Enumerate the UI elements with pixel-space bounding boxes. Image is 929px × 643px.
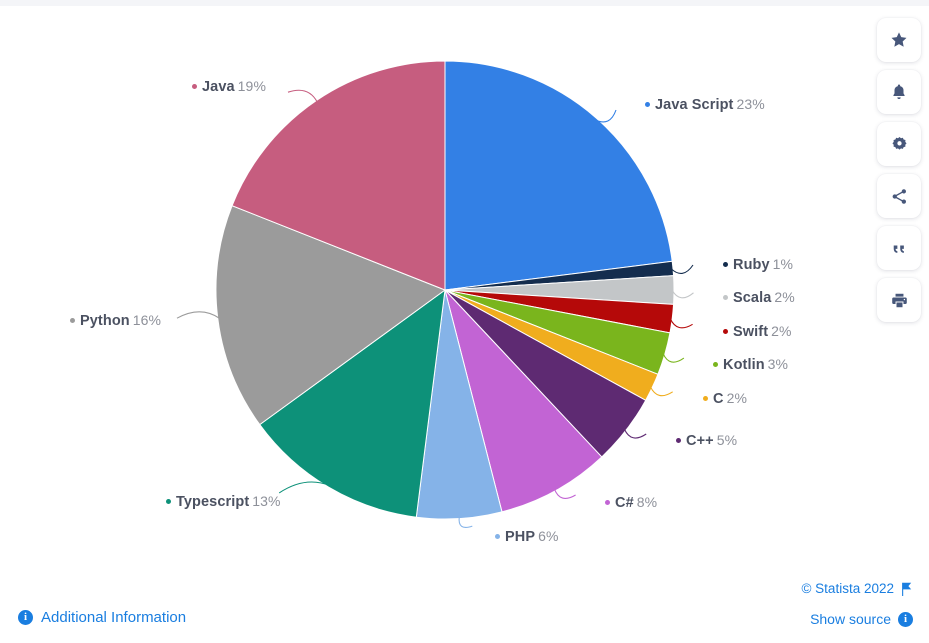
pie-slice-label: Scala 2% bbox=[723, 290, 795, 306]
pie-slice-label: C 2% bbox=[703, 391, 747, 407]
star-icon bbox=[891, 32, 907, 47]
pie-slice[interactable] bbox=[444, 60, 673, 291]
share-button[interactable] bbox=[877, 174, 921, 218]
pie-slice-label-name: Java bbox=[202, 79, 235, 95]
pie-slice-label-value: 2% bbox=[726, 390, 748, 406]
leader-line bbox=[278, 481, 330, 494]
pie-slice-label-name: Java Script bbox=[655, 97, 734, 113]
action-rail bbox=[877, 18, 921, 322]
print-button[interactable] bbox=[877, 278, 921, 322]
pie-slice-label: Ruby 1% bbox=[723, 257, 793, 273]
favorite-button[interactable] bbox=[877, 18, 921, 62]
pie-slice-label-value: 13% bbox=[252, 493, 281, 509]
pie-slice-label-value: 2% bbox=[771, 323, 792, 339]
leader-line bbox=[662, 353, 685, 363]
pie-slice-label-name: PHP bbox=[505, 529, 536, 545]
pie-slice-label-name: Typescript bbox=[176, 494, 250, 510]
info-icon: i bbox=[18, 610, 33, 625]
pie-slice-label: Java 19% bbox=[192, 79, 266, 95]
legend-bullet-icon bbox=[713, 361, 718, 367]
pie-slice-label-name: C bbox=[713, 391, 724, 407]
pie-slice-label-value: 8% bbox=[636, 494, 658, 510]
pie-slice-label: Typescript 13% bbox=[166, 494, 281, 510]
legend-bullet-icon bbox=[192, 83, 197, 89]
pie-slice-label-name: C++ bbox=[686, 433, 714, 449]
chart-footer: i Additional Information © Statista 2022… bbox=[0, 573, 929, 643]
pie-slice-label: Java Script 23% bbox=[645, 97, 765, 113]
pie-slice-label-name: Swift bbox=[733, 324, 769, 340]
additional-information-link[interactable]: i Additional Information bbox=[18, 609, 186, 626]
flag-icon bbox=[902, 582, 912, 596]
legend-bullet-icon bbox=[166, 498, 171, 504]
quote-icon bbox=[893, 244, 904, 253]
pie-slice-label-value: 23% bbox=[736, 96, 765, 112]
pie-slice-label-value: 6% bbox=[538, 528, 559, 544]
bell-icon bbox=[893, 84, 905, 99]
pie-slice-label-name: Scala bbox=[733, 290, 772, 306]
pie-slice-label-name: Kotlin bbox=[723, 357, 765, 373]
pie-slice-label: PHP 6% bbox=[495, 529, 559, 545]
leader-line bbox=[553, 488, 576, 500]
pie-slice-label: Kotlin 3% bbox=[713, 357, 788, 373]
pie-chart: Java Script 23% Ruby 1% Scala 2% Swift 2% Kotlin… bbox=[0, 0, 929, 575]
legend-bullet-icon bbox=[703, 395, 708, 401]
pie-slice-label-value: 1% bbox=[772, 256, 794, 272]
legend-bullet-icon bbox=[495, 533, 500, 539]
pie-slice-label-name: Ruby bbox=[733, 257, 770, 273]
pie-slice-label-name: Python bbox=[80, 313, 130, 329]
pie-slice-label: C# 8% bbox=[605, 495, 657, 511]
show-source-link[interactable]: Show source i bbox=[810, 611, 913, 627]
info-icon: i bbox=[898, 611, 913, 627]
pie-slice-label-value: 3% bbox=[767, 356, 789, 372]
gear-icon bbox=[891, 136, 907, 150]
pie-slice-label-value: 2% bbox=[774, 289, 795, 305]
copyright-label: © Statista 2022 bbox=[801, 581, 894, 596]
cite-button[interactable] bbox=[877, 226, 921, 270]
legend-bullet-icon bbox=[723, 261, 728, 267]
copyright-notice: © Statista 2022 bbox=[801, 581, 913, 596]
leader-line bbox=[287, 89, 318, 103]
additional-information-label: Additional Information bbox=[41, 609, 187, 626]
print-icon bbox=[891, 293, 907, 307]
share-icon bbox=[892, 188, 906, 204]
alert-button[interactable] bbox=[877, 70, 921, 114]
pie-slice-label-name: C# bbox=[615, 495, 634, 511]
legend-bullet-icon bbox=[676, 437, 681, 443]
pie-slice-label-value: 19% bbox=[237, 78, 266, 94]
show-source-label: Show source bbox=[810, 611, 891, 627]
pie-slice-label: C++ 5% bbox=[676, 433, 737, 449]
pie-slice-label: Swift 2% bbox=[723, 324, 792, 340]
pie-svg bbox=[176, 60, 694, 529]
pie-slice-label-value: 5% bbox=[716, 432, 738, 448]
leader-line bbox=[671, 289, 694, 299]
legend-bullet-icon bbox=[645, 101, 650, 107]
pie-slice-label-value: 16% bbox=[132, 312, 162, 328]
leader-line bbox=[669, 318, 693, 329]
legend-bullet-icon bbox=[605, 499, 610, 505]
pie-slice-label: Python 16% bbox=[70, 313, 161, 329]
legend-bullet-icon bbox=[70, 317, 75, 323]
leader-line bbox=[176, 311, 221, 319]
legend-bullet-icon bbox=[723, 294, 728, 300]
leader-line bbox=[623, 428, 647, 439]
legend-bullet-icon bbox=[723, 328, 728, 334]
settings-button[interactable] bbox=[877, 122, 921, 166]
leader-line bbox=[670, 264, 694, 274]
leader-line bbox=[649, 386, 673, 397]
